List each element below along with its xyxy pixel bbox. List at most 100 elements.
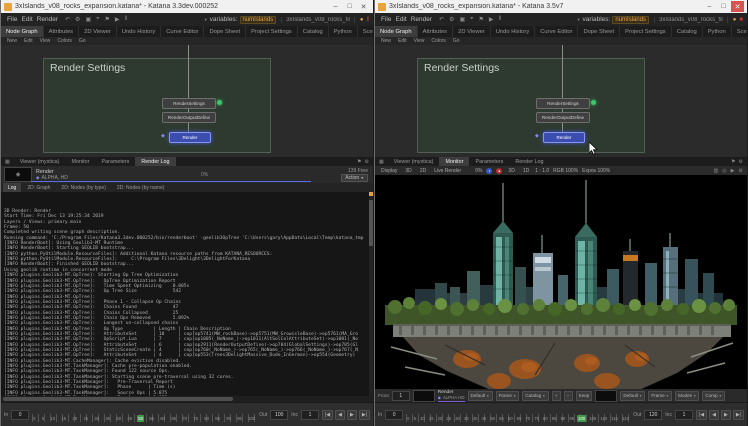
node-render[interactable]: Render xyxy=(543,132,585,143)
node-graph-canvas[interactable]: Render Settings RenderSettings RenderOut… xyxy=(1,45,373,157)
in-field[interactable]: 0 xyxy=(385,410,403,420)
back-view-transform-dropdown[interactable]: Default▼ xyxy=(620,391,645,401)
pause-render-button[interactable]: ‖ xyxy=(486,168,492,174)
pane-pin-icon[interactable]: ⚑ xyxy=(357,159,361,165)
pause-icon[interactable]: ‖ xyxy=(125,16,127,23)
pane-grid-icon[interactable]: ▦ xyxy=(375,157,388,166)
variable-value[interactable]: numIslands xyxy=(612,16,649,24)
document-tab[interactable]: 3xIslands_v08_rocks_fil xyxy=(654,17,728,23)
menu-item[interactable]: Edit xyxy=(19,16,34,23)
main-tab[interactable]: Attributes xyxy=(418,26,454,37)
backdrop-node[interactable]: Render Settings xyxy=(43,58,271,153)
nodegraph-menu-item[interactable]: Edit xyxy=(398,38,407,44)
render-status-icon[interactable]: ● xyxy=(360,17,364,23)
backdrop-node[interactable]: Render Settings xyxy=(417,58,645,153)
renderlog-subtab[interactable]: Log xyxy=(3,183,21,192)
main-tab[interactable]: Catalog xyxy=(298,26,329,37)
node-renderoutputdefine[interactable]: RenderOutputDefine xyxy=(536,112,590,123)
render-icon[interactable]: ▶ xyxy=(489,16,494,23)
first-frame-button[interactable]: |◀ xyxy=(696,410,707,420)
menu-item[interactable]: File xyxy=(379,16,393,23)
main-tab[interactable]: Python xyxy=(329,26,358,37)
nodegraph-menu-item[interactable]: Colors xyxy=(431,38,445,44)
pane-tab[interactable]: Viewer (mystica) xyxy=(14,157,66,166)
title-bar[interactable]: 3xIslands_v08_rocks_expansion.katana* - … xyxy=(1,0,373,13)
flag-icon[interactable]: ⚑ xyxy=(105,16,110,23)
main-tab[interactable]: Catalog xyxy=(672,26,703,37)
stop-render-icon[interactable]: ■ xyxy=(739,17,743,23)
channel-3d-toggle[interactable]: 3D xyxy=(506,168,516,174)
view-flag-icon[interactable] xyxy=(217,100,222,105)
front-field[interactable]: 1 xyxy=(392,391,410,401)
in-field[interactable]: 0 xyxy=(11,410,29,420)
nodegraph-menu-item[interactable]: Go xyxy=(453,38,460,44)
undo-icon[interactable]: ↶ xyxy=(439,16,444,23)
last-frame-button[interactable]: ▶| xyxy=(359,410,370,420)
keep-button[interactable]: Keep xyxy=(576,391,593,401)
main-tab[interactable]: Node Graph xyxy=(1,26,44,37)
minimize-button[interactable]: – xyxy=(703,1,716,12)
last-frame-button[interactable]: ▶| xyxy=(733,410,744,420)
nodegraph-menu-item[interactable]: View xyxy=(40,38,51,44)
pane-gear-icon[interactable]: ⚙ xyxy=(365,159,369,165)
main-tab[interactable]: Scene xyxy=(358,26,373,37)
main-tab[interactable]: Undo History xyxy=(491,26,536,37)
remove-catalog-button[interactable]: − xyxy=(564,391,573,401)
mode-2d-button[interactable]: 2D xyxy=(418,168,428,174)
frame-ruler[interactable]: 0510152025303540455055606570758085909510… xyxy=(406,408,630,422)
add-catalog-button[interactable]: + xyxy=(552,391,561,401)
action-dropdown[interactable]: Action ▼ xyxy=(341,174,368,182)
title-bar[interactable]: 3xIslands_v08_rocks_expansion.katana* - … xyxy=(375,0,747,13)
maximize-button[interactable]: □ xyxy=(343,1,356,12)
gear-icon[interactable]: ⚙ xyxy=(449,16,454,23)
main-tab[interactable]: Curve Editor xyxy=(535,26,578,37)
menu-item[interactable]: Edit xyxy=(393,16,408,23)
node-renderoutputdefine[interactable]: RenderOutputDefine xyxy=(162,112,216,123)
live-render-button[interactable]: Live Render xyxy=(432,168,463,174)
prev-frame-button[interactable]: ◀ xyxy=(335,410,345,420)
close-button[interactable]: ✕ xyxy=(357,1,370,12)
menu-item[interactable]: Render xyxy=(409,16,434,23)
node-render[interactable]: Render xyxy=(169,132,211,143)
display-menu[interactable]: Display xyxy=(379,168,399,174)
main-tab[interactable]: Dope Sheet xyxy=(578,26,620,37)
prev-frame-button[interactable]: ◀ xyxy=(709,410,719,420)
monitor-viewport[interactable] xyxy=(375,175,747,389)
pane-tab[interactable]: Parameters xyxy=(469,157,509,166)
pane-tab[interactable]: Monitor xyxy=(65,157,95,166)
target-icon[interactable]: ⌖ xyxy=(96,16,99,23)
catalog-dropdown[interactable]: Catalog▼ xyxy=(522,391,548,401)
nodegraph-menu-item[interactable]: New xyxy=(381,38,391,44)
main-tab[interactable]: 2D Viewer xyxy=(453,26,491,37)
edit-flag-icon[interactable]: ◆ xyxy=(161,133,165,139)
pane-tab[interactable]: Render Log xyxy=(509,157,549,166)
undo-icon[interactable]: ↶ xyxy=(65,16,70,23)
flag-icon[interactable]: ⚑ xyxy=(479,16,484,23)
document-tab[interactable]: 3xIslands_v08_rocks_fil xyxy=(281,17,355,23)
back-frame-dropdown[interactable]: Frame▼ xyxy=(648,391,672,401)
main-tab[interactable]: Attributes xyxy=(44,26,80,37)
main-tab[interactable]: Undo History xyxy=(117,26,162,37)
target-icon[interactable]: ⌖ xyxy=(470,16,473,23)
node-graph-canvas[interactable]: Render Settings RenderSettings RenderOut… xyxy=(375,45,747,157)
out-field[interactable]: 120 xyxy=(644,410,662,420)
nodegraph-menu-item[interactable]: View xyxy=(414,38,425,44)
render-log-output[interactable]: 3D Render: RenderStart Time: Fri Dec 13 … xyxy=(1,192,373,396)
layout-icon[interactable]: ▣ xyxy=(459,16,465,23)
pane-grid-icon[interactable]: ▦ xyxy=(1,157,14,166)
node-rendersettings[interactable]: RenderSettings xyxy=(536,98,590,109)
front-thumbnail[interactable] xyxy=(413,390,435,402)
exposure-value[interactable]: Expos 100% xyxy=(582,168,610,174)
zoom-level[interactable]: 1 : 1.0 xyxy=(535,168,549,174)
main-tab[interactable]: Dope Sheet xyxy=(204,26,246,37)
main-tab[interactable]: Scene xyxy=(732,26,747,37)
nodegraph-menu-item[interactable]: Edit xyxy=(24,38,33,44)
main-tab[interactable]: Curve Editor xyxy=(161,26,204,37)
scrollbar-handle[interactable] xyxy=(369,200,373,246)
mode-3d-button[interactable]: 3D xyxy=(403,168,413,174)
pane-tab[interactable]: Monitor xyxy=(439,157,469,166)
minimize-button[interactable]: – xyxy=(329,1,342,12)
back-thumbnail[interactable] xyxy=(595,390,617,402)
nodegraph-menu-item[interactable]: Go xyxy=(79,38,86,44)
variables-control[interactable]: ▼ variables: numIslands xyxy=(204,16,276,24)
